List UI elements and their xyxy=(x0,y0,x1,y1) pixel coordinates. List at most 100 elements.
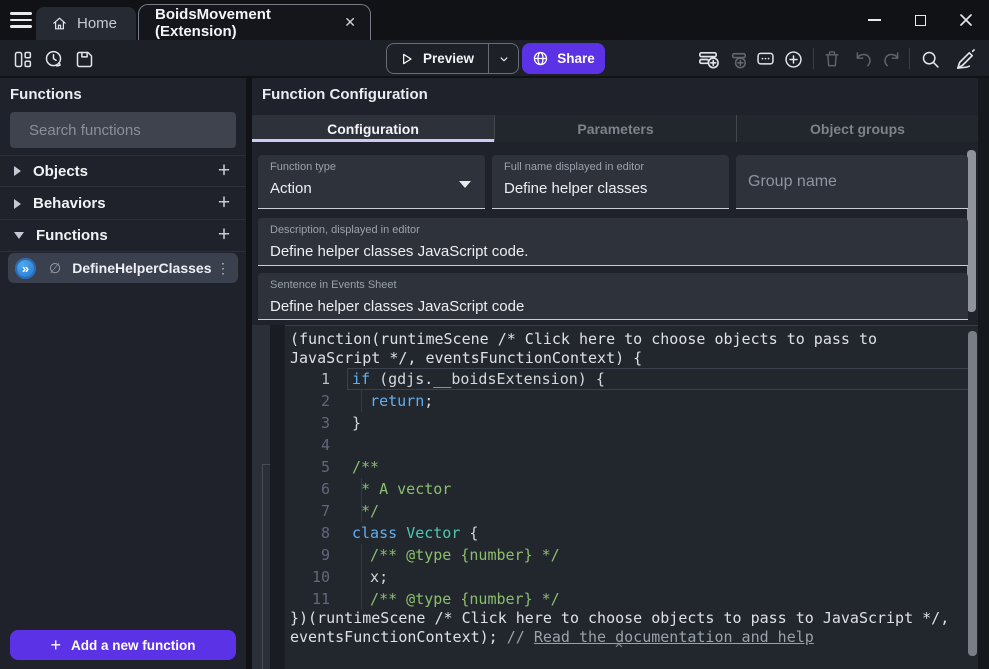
home-icon xyxy=(51,15,68,32)
save-button[interactable] xyxy=(72,47,96,71)
code-wrapper-header[interactable]: JavaScript */, eventsFunctionContext) { xyxy=(290,349,642,368)
code-token xyxy=(397,524,406,542)
function-more-menu-icon[interactable]: ⋮ xyxy=(214,260,232,277)
maximize-button[interactable] xyxy=(897,0,943,40)
search-functions-box[interactable] xyxy=(10,112,236,148)
code-token: */ xyxy=(352,502,379,520)
code-line[interactable]: 8class Vector { xyxy=(285,522,978,544)
search-functions-input[interactable] xyxy=(29,122,228,139)
group-name-field[interactable] xyxy=(736,155,968,209)
add-event-icon xyxy=(697,48,720,71)
add-other-event-button[interactable] xyxy=(781,47,805,71)
code-wrapper-header[interactable]: (function(runtimeScene /* Click here to … xyxy=(290,330,877,349)
code-token: return xyxy=(370,392,424,410)
full-name-field[interactable]: Full name displayed in editor xyxy=(492,155,729,209)
tab-boidsmovement[interactable]: BoidsMovement (Extension) ✕ xyxy=(138,4,371,40)
titlebar: Home BoidsMovement (Extension) ✕ xyxy=(0,0,989,40)
add-object-button[interactable]: + xyxy=(212,159,236,183)
close-icon xyxy=(959,13,973,27)
add-function-plus-button[interactable]: + xyxy=(212,223,236,247)
tab-object-groups[interactable]: Object groups xyxy=(736,115,978,142)
code-wrapper-footer[interactable]: eventsFunctionContext); // Read the docu… xyxy=(290,628,814,646)
function-type-field[interactable]: Function type Action xyxy=(258,155,485,209)
section-label: Functions xyxy=(36,227,108,244)
tab-active-label: BoidsMovement (Extension) xyxy=(155,6,344,40)
code-editor-scrollbar[interactable] xyxy=(968,331,977,656)
redo-button[interactable] xyxy=(879,47,903,71)
code-token: ; xyxy=(424,392,433,410)
code-line[interactable]: 1if (gdjs.__boidsExtension) { xyxy=(285,368,978,390)
line-number: 2 xyxy=(285,392,330,410)
preview-options-button[interactable] xyxy=(488,44,518,73)
chevron-down-icon xyxy=(497,52,511,66)
close-button[interactable] xyxy=(943,0,989,40)
code-lines: 1if (gdjs.__boidsExtension) {2 return;3}… xyxy=(285,368,978,610)
code-text: */ xyxy=(352,502,379,520)
code-wrapper-footer[interactable]: })(runtimeScene /* Click here to choose … xyxy=(290,609,949,627)
sentence-field[interactable]: Sentence in Events Sheet xyxy=(258,273,968,320)
close-tab-icon[interactable]: ✕ xyxy=(344,14,356,31)
add-behavior-button[interactable]: + xyxy=(212,191,236,215)
code-token: if xyxy=(352,370,370,388)
code-editor[interactable]: (function(runtimeScene /* Click here to … xyxy=(285,325,978,669)
open-editors-panel-button[interactable] xyxy=(10,47,34,71)
description-input[interactable] xyxy=(270,243,956,260)
private-function-icon: ∅ xyxy=(49,260,61,277)
sidebar-section-functions[interactable]: Functions + xyxy=(0,220,246,252)
full-name-input[interactable] xyxy=(504,180,717,197)
sidebar-section-objects[interactable]: Objects + xyxy=(0,155,246,187)
code-token: } xyxy=(352,414,361,432)
minimize-button[interactable] xyxy=(851,0,897,40)
line-number: 11 xyxy=(285,590,330,608)
sidebar-section-behaviors[interactable]: Behaviors + xyxy=(0,188,246,220)
indent-guide xyxy=(361,478,362,500)
add-event-button[interactable] xyxy=(696,47,720,71)
config-scrollbar[interactable] xyxy=(967,150,976,312)
edit-events-settings-button[interactable] xyxy=(952,47,976,71)
code-line[interactable]: 7 */ xyxy=(285,500,978,522)
sentence-input[interactable] xyxy=(270,298,956,315)
undo-button[interactable] xyxy=(851,47,875,71)
share-button[interactable]: Share xyxy=(522,43,605,74)
code-line[interactable]: 5/** xyxy=(285,456,978,478)
undo-icon xyxy=(853,49,874,70)
preview-button[interactable]: Preview xyxy=(387,44,488,73)
section-label: Objects xyxy=(33,163,88,180)
history-clock-icon xyxy=(43,49,64,70)
code-line[interactable]: 3} xyxy=(285,412,978,434)
documentation-link[interactable]: Read the documentation and help xyxy=(534,628,814,646)
code-line[interactable]: 11 /** @type {number} */ xyxy=(285,588,978,610)
dropdown-caret-icon[interactable] xyxy=(459,181,471,188)
circle-plus-icon xyxy=(783,49,804,70)
code-token: * A vector xyxy=(352,480,451,498)
code-line[interactable]: 10 x; xyxy=(285,566,978,588)
code-token: x; xyxy=(352,568,388,586)
code-line[interactable]: 4 xyxy=(285,434,978,456)
main-menu-icon[interactable] xyxy=(10,12,32,28)
function-item-definehelperclasses[interactable]: » ∅ DefineHelperClasses ⋮ xyxy=(8,253,238,283)
line-number: 3 xyxy=(285,414,330,432)
delete-button[interactable] xyxy=(820,47,844,71)
javascript-code-event: (function(runtimeScene /* Click here to … xyxy=(252,325,989,669)
code-text: x; xyxy=(352,568,388,586)
add-subevent-button[interactable] xyxy=(725,47,749,71)
description-field[interactable]: Description, displayed in editor xyxy=(258,218,968,266)
code-line[interactable]: 2 return; xyxy=(285,390,978,412)
tab-home[interactable]: Home xyxy=(36,7,136,40)
indent-guide xyxy=(361,566,362,588)
version-history-button[interactable] xyxy=(41,47,65,71)
tab-configuration[interactable]: Configuration xyxy=(252,115,494,142)
trash-icon xyxy=(822,49,842,69)
minimize-icon xyxy=(868,19,881,21)
code-line[interactable]: 6 * A vector xyxy=(285,478,978,500)
add-comment-button[interactable] xyxy=(753,47,777,71)
config-tabs: Configuration Parameters Object groups xyxy=(252,115,978,142)
tab-parameters[interactable]: Parameters xyxy=(494,115,736,142)
add-new-function-button[interactable]: + Add a new function xyxy=(10,630,236,660)
code-text: * A vector xyxy=(352,480,451,498)
code-token: Vector xyxy=(406,524,460,542)
indent-guide xyxy=(361,500,362,522)
search-events-button[interactable] xyxy=(918,47,942,71)
group-name-input[interactable] xyxy=(748,155,956,208)
code-line[interactable]: 9 /** @type {number} */ xyxy=(285,544,978,566)
